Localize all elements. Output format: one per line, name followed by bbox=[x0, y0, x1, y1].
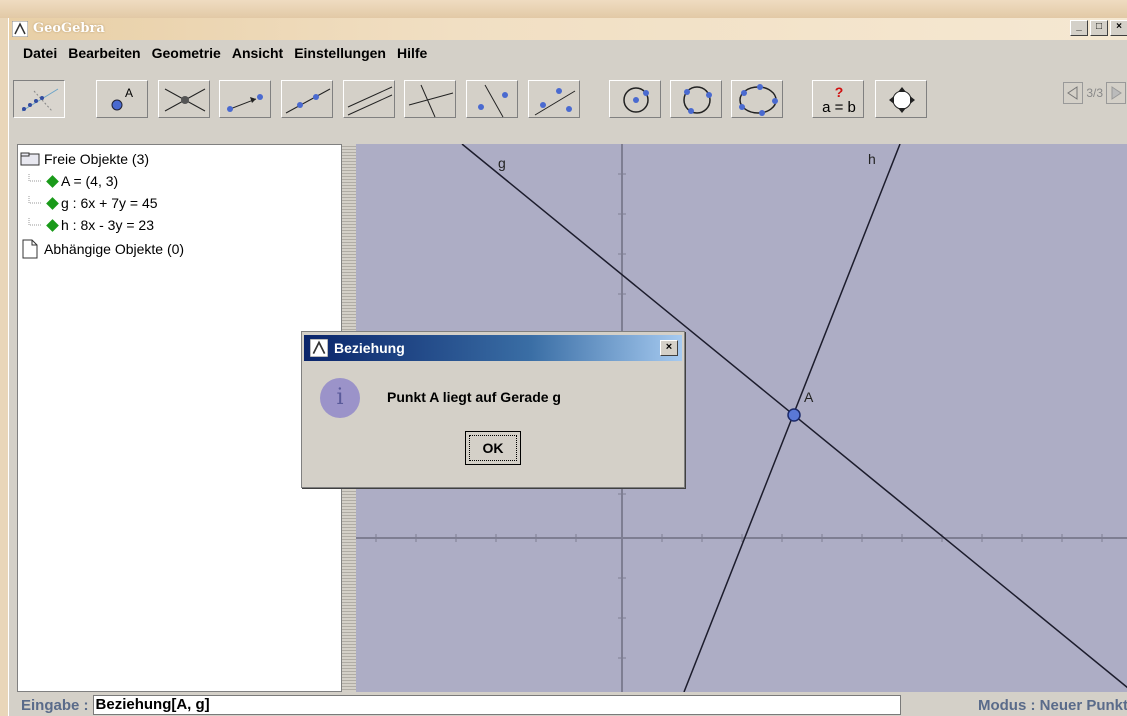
tree-line-icon bbox=[28, 174, 42, 182]
tool-relation[interactable]: ? a = b bbox=[812, 80, 864, 118]
input-field[interactable]: Beziehung[A, g] bbox=[92, 695, 901, 715]
object-a-text: A = (4, 3) bbox=[61, 173, 119, 189]
visible-object-icon[interactable] bbox=[46, 174, 59, 188]
tool-move-drawing-pad[interactable] bbox=[875, 80, 927, 118]
vector-icon bbox=[227, 94, 263, 112]
page-icon bbox=[22, 239, 38, 259]
tool-angle-bisector[interactable] bbox=[528, 80, 580, 118]
new-point-icon: A bbox=[111, 86, 133, 111]
algebra-object-row[interactable]: g : 6x + 7y = 45 bbox=[28, 193, 158, 213]
point-a[interactable] bbox=[787, 408, 801, 422]
svg-text:?: ? bbox=[835, 84, 844, 100]
geogebra-app-icon bbox=[310, 339, 328, 357]
dialog-message: Punkt A liegt auf Gerade g bbox=[387, 389, 561, 405]
ok-button-label: OK bbox=[469, 435, 517, 461]
folder-icon bbox=[20, 152, 40, 166]
label-g: g bbox=[498, 155, 506, 171]
page-indicator: 3/3 bbox=[1086, 86, 1103, 100]
dialog-close-button[interactable]: × bbox=[660, 340, 678, 356]
line-icon bbox=[285, 88, 331, 114]
dependent-objects-node[interactable]: Abhängige Objekte (0) bbox=[20, 239, 184, 259]
tool-circle-three-points[interactable] bbox=[670, 80, 722, 118]
info-icon: i bbox=[320, 378, 360, 418]
tool-parallel-line[interactable] bbox=[343, 80, 395, 118]
algebra-object-row[interactable]: A = (4, 3) bbox=[28, 171, 118, 191]
close-button[interactable]: × bbox=[1110, 20, 1127, 36]
menu-bearbeiten[interactable]: Bearbeiten bbox=[68, 45, 140, 61]
title-bar: GeoGebra _ □ × bbox=[9, 18, 1127, 40]
perpendicular-line-icon bbox=[408, 84, 454, 118]
circle-center-icon bbox=[623, 87, 649, 113]
geogebra-app-icon bbox=[12, 21, 28, 37]
menu-datei[interactable]: Datei bbox=[23, 45, 57, 61]
move-arrows-icon bbox=[889, 87, 915, 113]
algebra-view: Freie Objekte (3) A = (4, 3) g : 6x + 7y… bbox=[17, 144, 342, 692]
free-objects-folder[interactable]: Freie Objekte (3) bbox=[20, 149, 149, 169]
ok-button[interactable]: OK bbox=[465, 431, 521, 465]
intersect-icon bbox=[164, 88, 206, 112]
maximize-button[interactable]: □ bbox=[1090, 20, 1108, 36]
visible-object-icon[interactable] bbox=[46, 196, 59, 210]
tool-conic-five-points[interactable] bbox=[731, 80, 783, 118]
input-label: Eingabe : bbox=[21, 696, 89, 714]
dialog-title: Beziehung bbox=[334, 340, 405, 356]
angle-bisector-icon bbox=[534, 88, 576, 116]
tool-new-point[interactable]: A bbox=[96, 80, 148, 118]
circle-three-points-icon bbox=[683, 86, 712, 114]
minimize-button[interactable]: _ bbox=[1070, 20, 1088, 36]
mode-indicator: Modus : Neuer Punkt bbox=[977, 696, 1127, 714]
tool-circle-center[interactable] bbox=[609, 80, 661, 118]
tool-perpendicular-line[interactable] bbox=[404, 80, 456, 118]
free-objects-label: Freie Objekte (3) bbox=[44, 151, 150, 167]
move-graphics-view-icon bbox=[21, 88, 59, 112]
relation-icon: ? a = b bbox=[822, 84, 856, 116]
input-bar: Eingabe : Beziehung[A, g] Modus : Neuer … bbox=[9, 694, 1127, 716]
label-h: h bbox=[868, 151, 876, 167]
tool-intersect[interactable] bbox=[158, 80, 210, 118]
tree-line-icon bbox=[28, 196, 42, 204]
parallel-line-icon bbox=[347, 86, 393, 116]
previous-page-icon[interactable] bbox=[1063, 82, 1084, 104]
tool-vector[interactable] bbox=[219, 80, 271, 118]
next-page-icon[interactable] bbox=[1106, 82, 1126, 104]
tree-line-icon bbox=[28, 218, 42, 226]
dialog-title-bar[interactable]: Beziehung × bbox=[304, 335, 682, 361]
menu-geometrie[interactable]: Geometrie bbox=[152, 45, 221, 61]
svg-text:A: A bbox=[125, 86, 133, 100]
tool-line-two-points[interactable] bbox=[281, 80, 333, 118]
tool-perpendicular-bisector[interactable] bbox=[466, 80, 518, 118]
algebra-object-row[interactable]: h : 8x - 3y = 23 bbox=[28, 215, 154, 235]
object-g-text: g : 6x + 7y = 45 bbox=[61, 195, 158, 211]
perpendicular-bisector-icon bbox=[478, 84, 508, 118]
menu-bar: Datei Bearbeiten Geometrie Ansicht Einst… bbox=[9, 42, 1127, 64]
toolbar: A ? a = b 3/3 bbox=[9, 80, 1127, 122]
desktop-background bbox=[0, 0, 1127, 18]
dependent-objects-label: Abhängige Objekte (0) bbox=[44, 241, 185, 257]
visible-object-icon[interactable] bbox=[46, 218, 59, 232]
window-title: GeoGebra bbox=[33, 21, 105, 36]
object-h-text: h : 8x - 3y = 23 bbox=[61, 217, 154, 233]
menu-hilfe[interactable]: Hilfe bbox=[397, 45, 427, 61]
relation-dialog: Beziehung × i Punkt A liegt auf Gerade g… bbox=[301, 331, 685, 488]
label-a: A bbox=[804, 389, 814, 405]
menu-ansicht[interactable]: Ansicht bbox=[232, 45, 283, 61]
menu-einstellungen[interactable]: Einstellungen bbox=[294, 45, 386, 61]
tool-move-graphics-view[interactable] bbox=[13, 80, 65, 118]
conic-five-points-icon bbox=[739, 84, 778, 116]
svg-text:a = b: a = b bbox=[822, 99, 856, 116]
